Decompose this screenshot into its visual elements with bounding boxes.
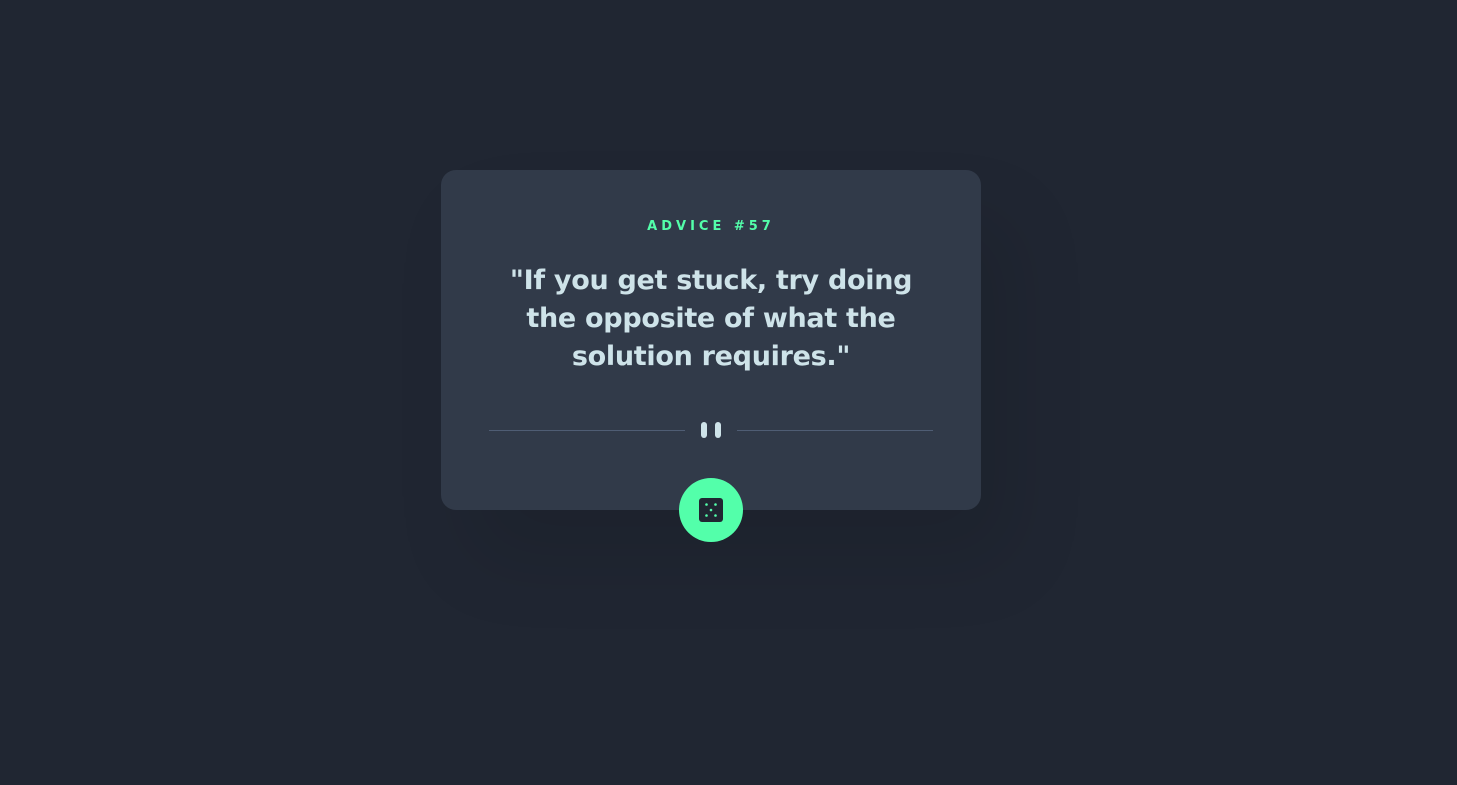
pause-icon — [701, 422, 721, 438]
divider-line-left — [489, 430, 685, 431]
advice-card: ADVICE #57 "If you get stuck, try doing … — [441, 170, 981, 542]
divider-line-right — [737, 430, 933, 431]
divider — [489, 420, 933, 440]
new-advice-button[interactable] — [679, 478, 743, 542]
dice-icon — [699, 498, 723, 522]
advice-quote: "If you get stuck, try doing the opposit… — [509, 265, 913, 372]
advice-id: ADVICE #57 — [647, 219, 775, 234]
